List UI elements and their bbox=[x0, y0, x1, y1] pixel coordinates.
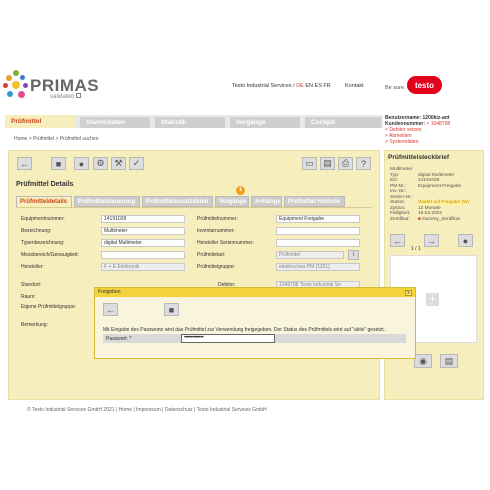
label-messbereich: Messbereich/Genauigkeit: bbox=[21, 252, 79, 258]
testo-logo: testo bbox=[407, 76, 442, 94]
password-input[interactable]: •••••••••••• bbox=[181, 334, 275, 343]
save-button[interactable]: ■ bbox=[51, 157, 66, 170]
password-label: Passwort: * bbox=[106, 336, 132, 342]
lang-de[interactable]: DE bbox=[296, 83, 304, 89]
help-button[interactable]: ? bbox=[356, 157, 371, 170]
lang-others[interactable]: EN ES FR bbox=[304, 83, 330, 89]
plus-icon[interactable]: + bbox=[426, 293, 439, 306]
input-messbereich[interactable] bbox=[101, 251, 185, 259]
breadcrumb: Home > Prüfmittel > Prüfmittel suchen bbox=[14, 136, 99, 142]
side-lamp-button[interactable]: ● bbox=[458, 234, 473, 247]
side-title: Prüfmittelsteckbrief bbox=[388, 154, 450, 161]
label-bemerkung: Bemerkung: bbox=[21, 322, 48, 328]
select-pruefmittelgruppe[interactable]: elektrisches PM [1201] bbox=[276, 263, 360, 271]
dialog-back-button[interactable]: ← bbox=[103, 303, 118, 316]
input-inventarnummer[interactable] bbox=[276, 227, 360, 235]
tab-anhaenge[interactable]: Anhänge bbox=[251, 196, 282, 207]
wrench-button[interactable]: ⚒ bbox=[111, 157, 126, 170]
gallery-button[interactable]: ▤ bbox=[440, 354, 458, 368]
dialog-close-button[interactable]: x bbox=[405, 290, 412, 296]
input-pruefmittelnummer[interactable]: Equipment Freigabe bbox=[276, 215, 360, 223]
footer: © Testo Industrial Services GmbH 2021 | … bbox=[27, 407, 267, 413]
tab-pruefmitteldetails[interactable]: Prüfmitteldetails bbox=[16, 196, 72, 207]
info-icon[interactable]: i bbox=[348, 250, 359, 260]
tool-button[interactable]: ⚙ bbox=[93, 157, 108, 170]
nav-cockpit[interactable]: Cockpit bbox=[305, 117, 381, 128]
print-button[interactable]: ⎙ bbox=[338, 157, 353, 170]
copy-button[interactable]: ▤ bbox=[320, 157, 335, 170]
input-equipmentnummer[interactable]: 14191028 bbox=[101, 215, 185, 223]
dialog-message: Mit Eingabe des Passworts wird das Prüfm… bbox=[103, 327, 386, 333]
nav-vorgaenge[interactable]: Vorgänge bbox=[230, 117, 300, 128]
side-next-button[interactable]: → bbox=[424, 234, 439, 247]
input-typenbezeichnung[interactable]: digital Multimeter bbox=[101, 239, 185, 247]
dialog-header: Freigeben bbox=[95, 288, 415, 297]
user-info: Benutzername: 1200kiz-ant Kundennummer: … bbox=[385, 115, 451, 145]
tab-pruefmittel-historie[interactable]: Prüfmittel Historie bbox=[284, 196, 345, 207]
side-row-certificate: Zertifikat: ■ Dummy_Zertifikat bbox=[390, 216, 460, 222]
side-pager: 1 / 1 bbox=[411, 246, 421, 252]
page-title: Prüfmittel Details bbox=[16, 181, 74, 188]
tab-vorgaenge[interactable]: Vorgänge bbox=[215, 196, 249, 207]
dialog-title: Freigeben bbox=[98, 289, 121, 295]
tab-pruefmittelsteuerung[interactable]: Prüfmittelsteuerung bbox=[74, 196, 140, 207]
label-pruefmittelart: Prüfmittelart: bbox=[197, 252, 226, 258]
select-pruefmittelart[interactable]: Prüfmittel bbox=[276, 251, 344, 259]
input-hersteller-seriennummer[interactable] bbox=[276, 239, 360, 247]
brand-tagline: validated bbox=[50, 93, 81, 100]
label-pruefmittelgruppe: Prüfmittelgruppe: bbox=[197, 264, 236, 270]
nav-pruefmittel[interactable]: Prüfmittel bbox=[5, 115, 75, 128]
label-pruefmittelnummer: Prüfmittelnummer: bbox=[197, 216, 238, 222]
camera-button[interactable]: ◉ bbox=[414, 354, 432, 368]
release-dialog bbox=[94, 287, 416, 359]
side-prev-button[interactable]: ← bbox=[390, 234, 405, 247]
top-links: Testo Industrial Services / DE EN ES FR bbox=[232, 83, 331, 89]
vorgaenge-badge: 1 bbox=[236, 186, 245, 195]
nav-stammdaten[interactable]: Stammdaten bbox=[80, 117, 150, 128]
side-details: Multimeter Typ: digital Multimeter ED: 141… bbox=[390, 167, 482, 222]
label-equipmentnummer: Equipmentnummer: bbox=[21, 216, 65, 222]
label-typenbezeichnung: Typenbezeichnung: bbox=[21, 240, 65, 246]
lamp-button[interactable]: ● bbox=[74, 157, 89, 170]
tab-pruefmittelzusatzdaten[interactable]: Prüfmittelzusatzdaten bbox=[142, 196, 213, 207]
nav-statistik[interactable]: Statistik bbox=[155, 117, 225, 128]
company-link[interactable]: Testo Industrial Services bbox=[232, 83, 292, 89]
label-raum: Raum: bbox=[21, 294, 36, 300]
approve-button[interactable]: ✓ bbox=[129, 157, 144, 170]
label-bezeichnung: Bezeichnung: bbox=[21, 228, 52, 234]
primas-logo-dots bbox=[3, 70, 31, 104]
contact-link[interactable]: Kontakt bbox=[345, 83, 364, 89]
label-standort: Standort: bbox=[21, 282, 42, 288]
dialog-save-button[interactable]: ■ bbox=[164, 303, 179, 316]
back-button[interactable]: ← bbox=[17, 157, 32, 170]
label-hersteller: Hersteller: bbox=[21, 264, 44, 270]
label-inventarnummer: Inventarnummer: bbox=[197, 228, 235, 234]
select-hersteller[interactable]: F + E Elektronik bbox=[101, 263, 185, 271]
label-hersteller-seriennummer: Hersteller Seriennummer: bbox=[197, 240, 254, 246]
link-systemdaten[interactable]: > Systemdaten bbox=[385, 139, 450, 145]
be-sure-text: Be sure. bbox=[385, 85, 406, 91]
label-eigene-gruppe: Eigene Prüfmittelgruppe: bbox=[21, 304, 77, 310]
input-bezeichnung[interactable]: Multimeter bbox=[101, 227, 185, 235]
certificate-link[interactable]: Dummy_Zertifikat bbox=[422, 217, 460, 222]
delete-button[interactable]: ▭ bbox=[302, 157, 317, 170]
